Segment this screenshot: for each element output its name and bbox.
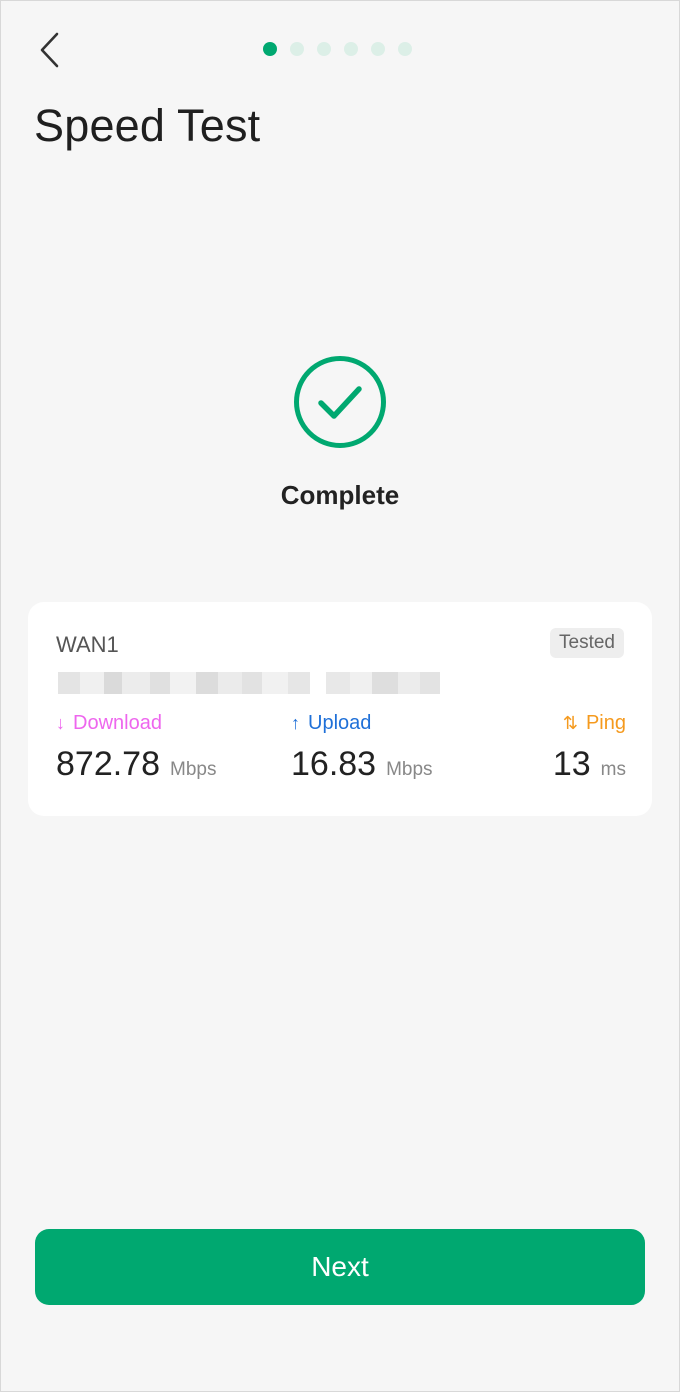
- status-badge: Tested: [550, 628, 624, 658]
- step-dot: [398, 42, 412, 56]
- check-circle-icon: [294, 356, 386, 448]
- speed-result-card: WAN1 Tested ↓ Download 872.78 Mbps ↑ Upl…: [28, 602, 652, 816]
- download-value: 872.78: [56, 745, 160, 783]
- step-indicator: [263, 42, 412, 56]
- wan-name: WAN1: [56, 632, 119, 657]
- arrow-down-icon: ↓: [56, 713, 65, 733]
- upload-value: 16.83: [291, 745, 377, 783]
- download-label: Download: [73, 712, 162, 734]
- upload-unit: Mbps: [386, 759, 433, 780]
- page-title: Speed Test: [34, 100, 261, 151]
- download-unit: Mbps: [170, 759, 217, 780]
- upload-metric: ↑ Upload 16.83 Mbps: [291, 712, 433, 784]
- back-button[interactable]: [28, 26, 72, 74]
- step-dot: [344, 42, 358, 56]
- step-dot-active: [263, 42, 277, 56]
- download-metric: ↓ Download 872.78 Mbps: [56, 712, 216, 784]
- status-text: Complete: [280, 480, 400, 510]
- step-dot: [290, 42, 304, 56]
- ping-unit: ms: [600, 759, 626, 780]
- chevron-left-icon: [40, 32, 59, 68]
- arrow-up-icon: ↑: [291, 713, 300, 733]
- ping-metric: ⇅ Ping 13 ms: [553, 712, 626, 784]
- next-button[interactable]: Next: [35, 1229, 645, 1305]
- step-dot: [317, 42, 331, 56]
- step-dot: [371, 42, 385, 56]
- ping-value: 13: [552, 745, 591, 783]
- redacted-address: [58, 672, 440, 694]
- ping-label: Ping: [585, 712, 626, 734]
- upload-label: Upload: [308, 712, 372, 734]
- swap-vertical-icon: ⇅: [562, 713, 578, 733]
